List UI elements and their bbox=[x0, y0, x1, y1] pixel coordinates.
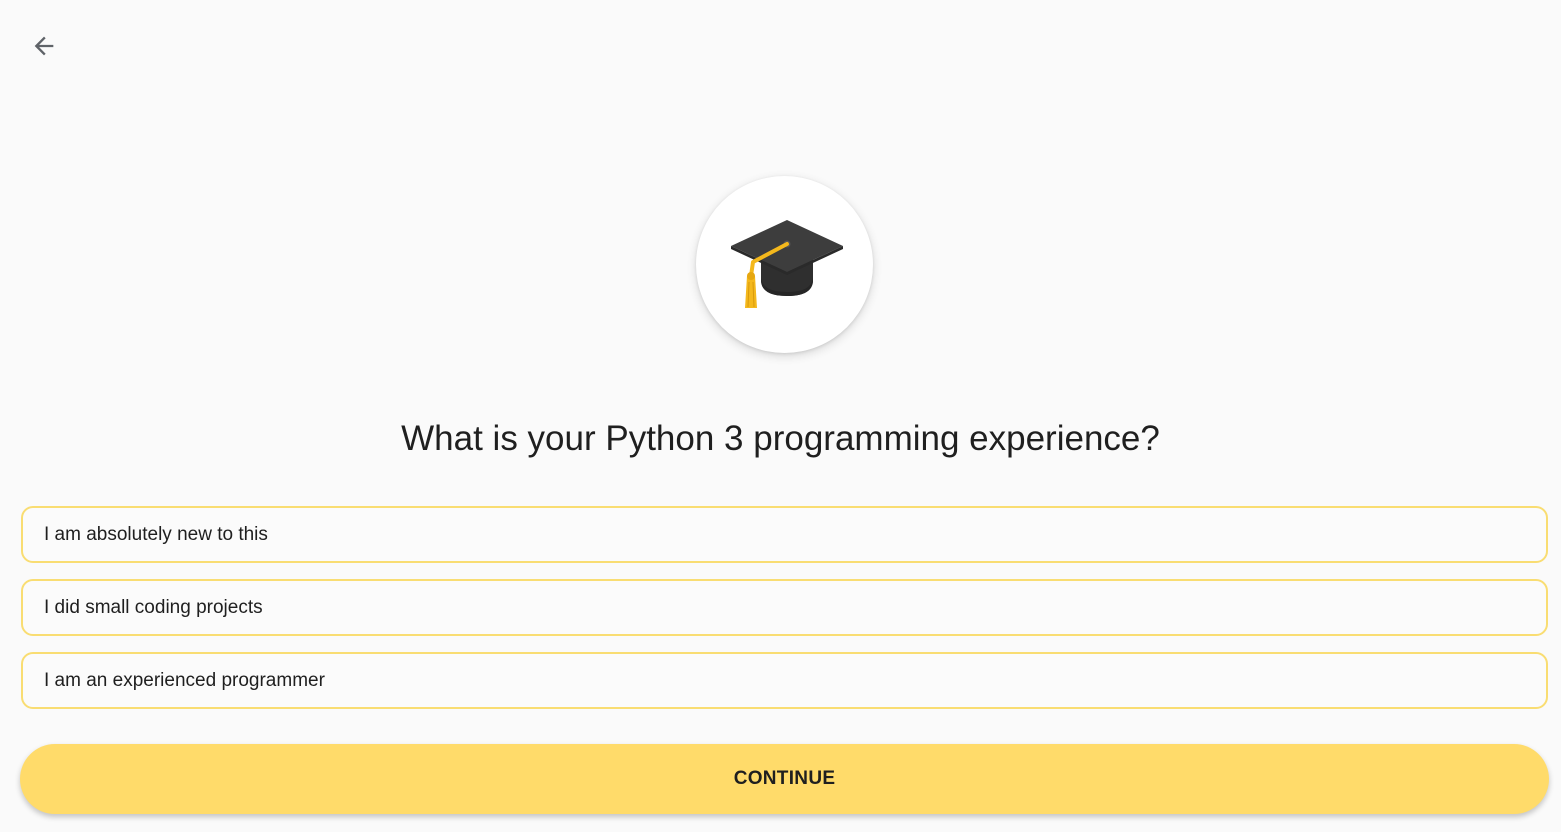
option-label: I am an experienced programmer bbox=[44, 669, 325, 691]
onboarding-screen: What is your Python 3 programming experi… bbox=[0, 0, 1561, 832]
continue-button[interactable]: CONTINUE bbox=[20, 744, 1549, 814]
question-title: What is your Python 3 programming experi… bbox=[401, 419, 1160, 458]
graduation-cap-icon bbox=[730, 219, 843, 308]
back-button[interactable] bbox=[26, 28, 62, 64]
option-experienced[interactable]: I am an experienced programmer bbox=[21, 652, 1548, 709]
hero-icon-circle bbox=[696, 176, 873, 353]
arrow-left-icon bbox=[34, 36, 54, 56]
option-label: I did small coding projects bbox=[44, 596, 263, 618]
experience-options: I am absolutely new to this I did small … bbox=[21, 506, 1548, 725]
option-small-projects[interactable]: I did small coding projects bbox=[21, 579, 1548, 636]
option-new[interactable]: I am absolutely new to this bbox=[21, 506, 1548, 563]
option-label: I am absolutely new to this bbox=[44, 523, 268, 545]
